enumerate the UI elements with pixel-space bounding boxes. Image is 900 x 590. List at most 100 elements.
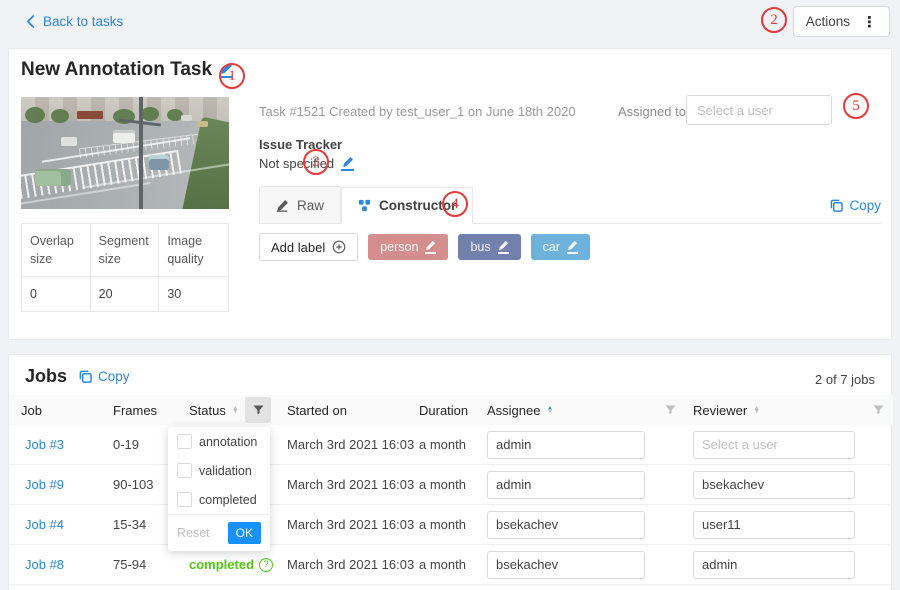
task-meta-text: Task #1521 Created by test_user_1 on Jun… [259, 104, 576, 119]
car-white-small [61, 137, 77, 146]
column-header-assignee[interactable]: Assignee ▲▼ [475, 403, 655, 418]
reviewer-filter-icon[interactable] [873, 405, 884, 416]
assigned-to-label: Assigned to [618, 104, 686, 119]
status-value: completed ? [177, 557, 275, 572]
param-header-overlap: Overlap size [22, 224, 91, 276]
copy-icon [830, 199, 843, 212]
job-link[interactable]: Job #8 [9, 557, 101, 572]
hedge [177, 117, 229, 209]
filter-reset-button[interactable]: Reset [177, 526, 210, 540]
sort-icon[interactable]: ▲▼ [753, 407, 760, 414]
back-to-tasks-label: Back to tasks [43, 14, 123, 29]
van-white [113, 130, 135, 143]
assignee-input[interactable] [487, 551, 645, 579]
status-filter-icon[interactable] [245, 397, 271, 423]
filter-option-completed[interactable]: completed [168, 485, 270, 514]
column-header-reviewer[interactable]: Reviewer ▲▼ [685, 403, 863, 418]
pole [139, 97, 143, 209]
filter-ok-button[interactable]: OK [228, 522, 261, 544]
edit-issue-tracker-icon[interactable] [341, 156, 354, 171]
add-label-text: Add label [271, 240, 325, 255]
labels-copy-button[interactable]: Copy [830, 198, 881, 213]
jobs-copy-label: Copy [98, 369, 130, 384]
filter-option-label: validation [199, 464, 252, 478]
assignee-input[interactable] [487, 431, 645, 459]
blocks-icon [358, 199, 371, 212]
assignee-input[interactable] [487, 511, 645, 539]
car-distant-2 [197, 121, 208, 127]
label-chip-bus[interactable]: bus [458, 234, 520, 260]
tab-raw[interactable]: Raw [259, 186, 341, 223]
reviewer-input[interactable] [693, 551, 855, 579]
van-blue [149, 155, 169, 170]
jobs-table-header: Job Frames Status ▲▼ Started on Duration… [9, 395, 893, 425]
sort-icon[interactable]: ▲▼ [232, 407, 239, 414]
duration-value: a month [407, 437, 475, 452]
tab-raw-label: Raw [297, 198, 324, 213]
column-header-started-on: Started on [275, 403, 407, 418]
filter-option-annotation[interactable]: annotation [168, 427, 270, 456]
edit-label-icon[interactable] [425, 240, 436, 254]
task-title-text: New Annotation Task [21, 59, 212, 81]
filter-option-label: annotation [199, 435, 257, 449]
checkbox[interactable] [177, 463, 192, 478]
annotation-circle-3: 3 [303, 149, 329, 175]
copy-icon [79, 370, 92, 383]
frames-value: 90-103 [101, 477, 177, 492]
edit-label-icon[interactable] [567, 240, 578, 254]
filter-option-label: completed [199, 493, 257, 507]
task-preview-image [21, 97, 229, 209]
column-header-job: Job [9, 403, 101, 418]
question-circle-icon[interactable]: ? [259, 558, 273, 572]
table-row: Job #9 90-103 March 3rd 2021 16:03 a mon… [9, 465, 893, 505]
frames-value: 15-34 [101, 517, 177, 532]
assigned-to-input[interactable] [686, 95, 832, 125]
jobs-copy-button[interactable]: Copy [79, 369, 130, 384]
reviewer-input[interactable] [693, 471, 855, 499]
plus-circle-icon [332, 240, 346, 254]
labels-copy-label: Copy [849, 198, 881, 213]
annotation-circle-2: 2 [761, 7, 787, 33]
started-on-value: March 3rd 2021 16:03 [275, 437, 407, 452]
filter-option-validation[interactable]: validation [168, 456, 270, 485]
storefront [77, 111, 103, 119]
label-chip-person[interactable]: person [368, 234, 448, 260]
job-link[interactable]: Job #4 [9, 517, 101, 532]
jobs-count: 2 of 7 jobs [815, 372, 875, 387]
status-filter-dropdown: annotation validation completed Reset OK [168, 427, 270, 551]
jobs-title: Jobs [25, 366, 67, 387]
job-link[interactable]: Job #9 [9, 477, 101, 492]
started-on-value: March 3rd 2021 16:03 [275, 517, 407, 532]
column-header-duration: Duration [407, 403, 475, 418]
car-distant-1 [181, 115, 192, 121]
back-to-tasks-link[interactable]: Back to tasks [26, 14, 123, 29]
sort-icon[interactable]: ▲▼ [546, 407, 553, 414]
issue-tracker-label: Issue Tracker [259, 137, 342, 152]
assignee-input[interactable] [487, 471, 645, 499]
label-chip-person-text: person [380, 240, 418, 254]
edit-label-icon[interactable] [498, 240, 509, 254]
param-value-overlap: 0 [22, 277, 91, 311]
filter-footer: Reset OK [168, 514, 270, 551]
frames-value: 0-19 [101, 437, 177, 452]
checkbox[interactable] [177, 492, 192, 507]
reviewer-input[interactable] [693, 511, 855, 539]
labels-row: Add label person bus car [259, 233, 590, 261]
column-header-status[interactable]: Status ▲▼ [177, 403, 241, 418]
table-row: Job #4 15-34 March 3rd 2021 16:03 a mont… [9, 505, 893, 545]
car-green [35, 169, 71, 186]
frames-value: 75-94 [101, 557, 177, 572]
add-label-button[interactable]: Add label [259, 233, 358, 261]
checkbox[interactable] [177, 434, 192, 449]
job-link[interactable]: Job #3 [9, 437, 101, 452]
label-chip-car[interactable]: car [531, 234, 590, 260]
started-on-value: March 3rd 2021 16:03 [275, 477, 407, 492]
reviewer-input[interactable] [693, 431, 855, 459]
actions-button[interactable]: Actions ⋮ [793, 6, 890, 37]
param-value-quality: 30 [159, 277, 228, 311]
label-chip-bus-text: bus [470, 240, 490, 254]
duration-value: a month [407, 557, 475, 572]
assignee-filter-icon[interactable] [665, 405, 676, 416]
column-header-frames: Frames [101, 403, 177, 418]
label-chip-car-text: car [543, 240, 560, 254]
